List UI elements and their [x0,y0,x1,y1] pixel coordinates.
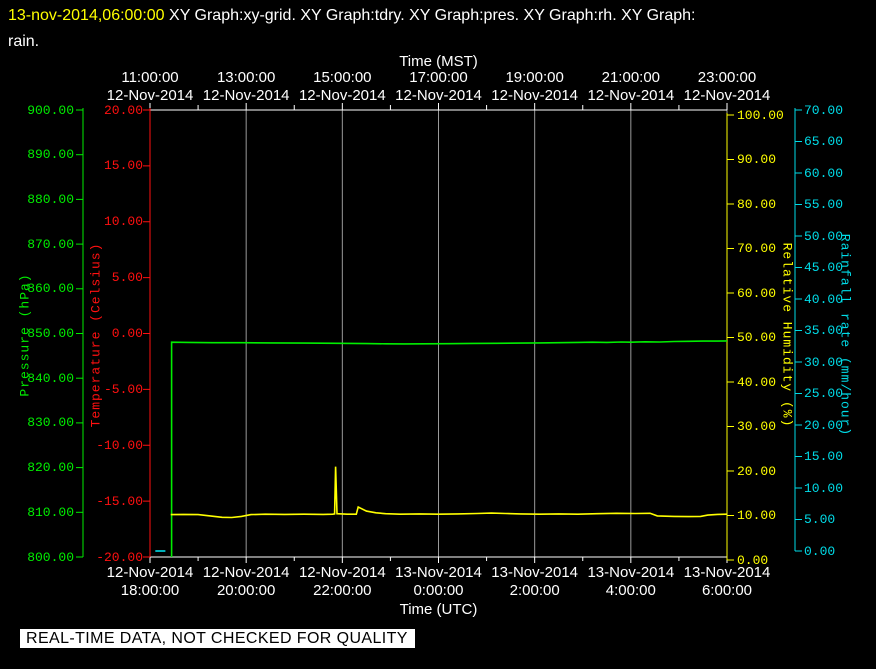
rh-tick-label: 60.00 [737,285,777,301]
top-time-label: 15:00:00 [313,69,372,86]
bottom-time-label: 0:00:00 [413,582,464,599]
rain-tick-label: 60.00 [804,165,844,181]
temperature-tick-label: -10.00 [96,437,143,453]
rain-tick-label: 65.00 [804,134,844,149]
series-pres-line [170,340,728,557]
humidity-axis-title: Relative Humidity (%) [779,242,795,428]
top-time-label: 19:00:00 [505,69,564,86]
rain-tick-label: 70.00 [804,102,844,118]
bottom-axis-label: Time (UTC) [399,601,478,618]
pressure-tick-label: 880.00 [27,191,74,207]
top-date-label: 12-Nov-2014 [202,87,290,104]
pressure-tick-label: 900.00 [27,102,74,118]
pressure-tick-label: 870.00 [27,236,74,252]
temperature-tick-label: -15.00 [96,493,143,509]
rain-axis-title: Rainfall rate (mm/hour) [837,233,853,437]
rh-tick-label: 80.00 [737,196,777,212]
rh-tick-label: 90.00 [737,152,777,167]
rain-tick-label: 15.00 [804,449,844,464]
pressure-tick-label: 890.00 [27,147,74,163]
top-date-label: 12-Nov-2014 [395,87,482,104]
top-time-label: 23:00:00 [697,69,757,86]
temperature-tick-label: -5.00 [103,381,143,397]
bottom-date-label: 13-Nov-2014 [683,564,771,581]
bottom-date-label: 13-Nov-2014 [395,564,482,581]
rh-tick-label: 10.00 [737,508,777,523]
quality-notice: REAL-TIME DATA, NOT CHECKED FOR QUALITY [20,629,415,648]
series-rh-line [170,466,728,519]
pressure-axis-title: Pressure (hPa) [17,273,33,397]
pressure-tick-label: 820.00 [27,460,74,476]
bottom-date-label: 12-Nov-2014 [106,564,194,581]
bottom-time-label: 6:00:00 [701,582,753,599]
pressure-tick-label: 810.00 [27,504,74,520]
top-date-label: 12-Nov-2014 [587,87,675,104]
pressure-tick-label: 850.00 [27,326,74,341]
bottom-time-label: 4:00:00 [605,582,656,599]
rh-tick-label: 100.00 [737,107,784,123]
bottom-time-label: 20:00:00 [216,582,276,599]
temperature-tick-label: 15.00 [103,158,143,174]
rh-tick-label: 50.00 [737,330,777,345]
rh-tick-label: 20.00 [737,463,777,479]
rain-tick-label: 10.00 [804,480,844,496]
rain-tick-label: 55.00 [804,197,844,212]
top-date-label: 12-Nov-2014 [298,87,386,104]
pressure-tick-label: 800.00 [27,549,74,565]
top-date-label: 12-Nov-2014 [106,87,194,104]
temperature-tick-label: 0.00 [111,326,143,341]
bottom-date-label: 13-Nov-2014 [587,564,675,581]
pressure-tick-label: 830.00 [27,415,74,431]
top-time-label: 11:00:00 [121,69,179,86]
top-date-label: 12-Nov-2014 [683,87,771,104]
rh-tick-label: 70.00 [737,241,777,256]
rain-tick-label: 0.00 [804,543,836,559]
top-time-label: 21:00:00 [601,69,661,86]
bottom-time-label: 2:00:00 [509,582,560,599]
pressure-tick-label: 840.00 [27,370,74,386]
top-time-label: 17:00:00 [409,69,468,86]
bottom-date-label: 12-Nov-2014 [298,564,386,581]
temperature-tick-label: 5.00 [111,270,143,286]
top-axis-label: Time (MST) [399,53,478,70]
temperature-tick-label: 20.00 [103,102,143,118]
temperature-tick-label: -20.00 [96,549,143,565]
temperature-tick-label: 10.00 [103,214,143,230]
weather-realtime-graph: 13-nov-2014,06:00:00 XY Graph:xy-grid. X… [0,0,876,669]
bottom-date-label: 12-Nov-2014 [202,564,290,581]
rh-tick-label: 30.00 [737,419,777,434]
rain-tick-label: 5.00 [804,512,836,527]
bottom-date-label: 13-Nov-2014 [491,564,579,581]
top-time-label: 13:00:00 [216,69,276,86]
bottom-time-label: 18:00:00 [120,582,180,599]
top-date-label: 12-Nov-2014 [491,87,579,104]
bottom-time-label: 22:00:00 [313,582,372,599]
rh-tick-label: 40.00 [737,374,777,390]
temperature-axis-title: Temperature (Celsius) [88,242,104,428]
pressure-tick-label: 860.00 [27,281,74,297]
